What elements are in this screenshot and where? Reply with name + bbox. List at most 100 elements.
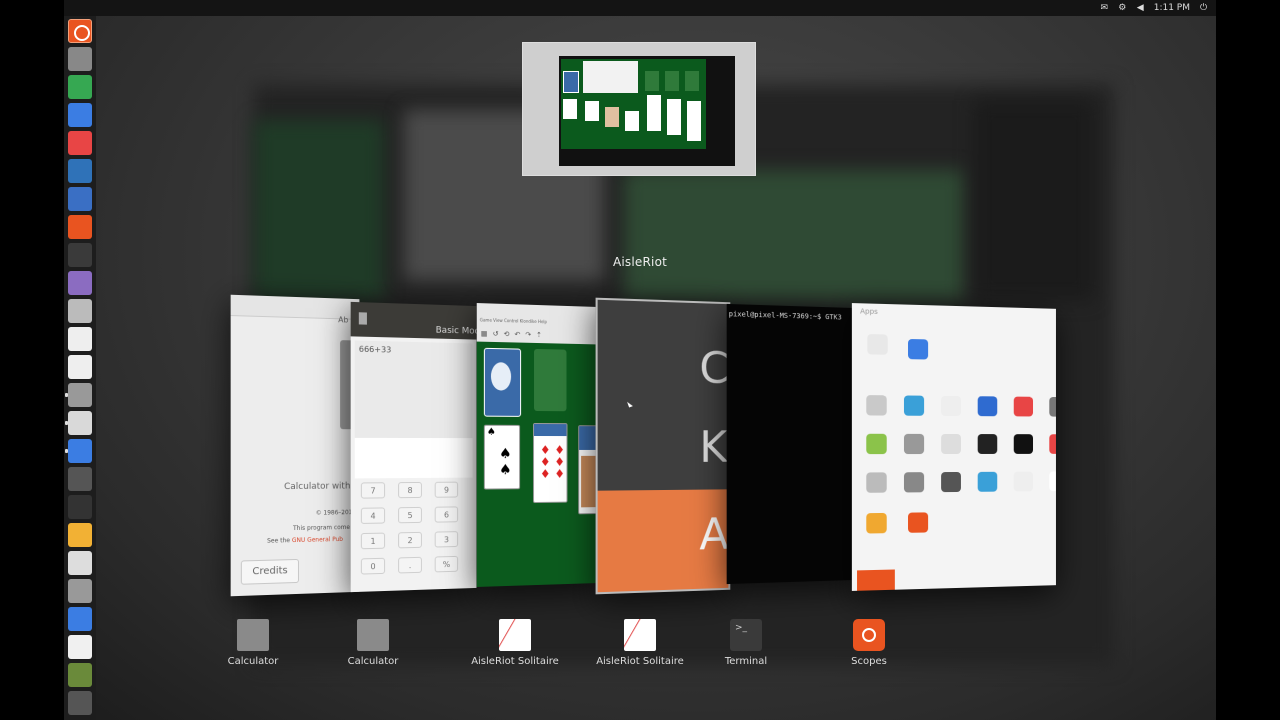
about-copyright: © 1986–201 [315,509,353,517]
aisleriot-window[interactable]: Game View Control Klondike Help ▦↺⟲↶↷⇡ ♠… [476,303,596,587]
globe-app-icon[interactable] [903,395,925,416]
blurred-felt-left [254,120,384,300]
calc-key-8[interactable]: 8 [398,481,422,499]
app-icon[interactable] [1049,471,1056,492]
terminal-icon[interactable] [68,243,92,267]
notes-app-icon[interactable] [866,512,887,534]
credits-button[interactable]: Credits [240,558,299,585]
notes-icon[interactable] [68,355,92,379]
calculator-about-window[interactable]: Ab Calculator with fi © 1986–201 This pr… [230,294,360,597]
drop-app-icon[interactable] [977,471,998,492]
globe-icon[interactable] [68,467,92,491]
dots-app-icon[interactable] [1013,396,1034,417]
waste-pile[interactable] [534,348,567,412]
spreadsheet-icon[interactable] [68,75,92,99]
calculator-icon[interactable] [68,579,92,603]
elephant-icon[interactable] [68,299,92,323]
clock[interactable]: 1:11 PM [1154,3,1190,13]
card-spade[interactable]: ♠ ♠ ♠ [483,424,521,490]
weather-icon[interactable] [68,159,92,183]
terminal-window[interactable]: pixel@pixel-MS-7369:~$ GTK3 [726,303,854,585]
window-preview[interactable] [522,42,756,176]
files-icon[interactable] [68,635,92,659]
ubuntu-dash-icon[interactable] [68,19,92,43]
edit-app-icon[interactable] [941,433,961,455]
calc-key-percent[interactable]: % [434,555,459,573]
brand-app-icon[interactable] [908,512,929,533]
photo-app-icon[interactable] [866,395,887,416]
scopes-bottom-button[interactable] [857,569,895,591]
calc-key-dot[interactable]: . [398,556,422,574]
preview-window [559,56,735,166]
calc-key-4[interactable]: 4 [360,507,386,524]
solitaire-cards-icon[interactable] [65,411,92,435]
app-icon[interactable] [1013,471,1034,492]
gear-app-icon[interactable] [903,472,925,493]
login-action-bar[interactable]: A [597,489,731,595]
calc-key-1[interactable]: 1 [360,532,386,550]
power-icon[interactable]: ⏻ [1199,3,1208,13]
switcher-label: AisleRiot Solitaire [471,656,559,667]
calc-key-2[interactable]: 2 [398,531,422,549]
bookmark-app-icon[interactable] [977,396,998,417]
indicator-area: ✉ ⚙ ◀ 1:11 PM ⏻ [1100,1,1208,15]
music-icon[interactable] [68,131,92,155]
preview-felt [561,59,706,149]
plain-app-icon[interactable] [941,395,961,417]
card-diamond-stack[interactable]: ♦ ♦ ♦ ♦ ♦ ♦ [533,422,568,504]
about-license-line: See the GNU General Pub [267,536,343,545]
calculator-display: 666+33 [354,340,473,439]
camera-app-icon[interactable] [1013,434,1034,454]
gnome-foot-icon [490,362,512,391]
search-app-icon[interactable] [903,433,925,455]
login-window[interactable]: C K A [595,297,731,595]
disk-icon[interactable] [68,663,92,687]
system-settings-icon[interactable] [68,47,92,71]
terminal-app-icon[interactable] [941,471,961,493]
cube-icon[interactable] [68,495,92,519]
calc-key-6[interactable]: 6 [434,506,459,523]
running-indicator [65,393,68,397]
top-panel: ✉ ⚙ ◀ 1:11 PM ⏻ [64,0,1216,16]
diamond-icon[interactable] [68,271,92,295]
blurred-felt-right [624,170,964,300]
calculator-icon[interactable] [357,619,389,651]
red-app-icon[interactable] [1049,434,1056,454]
scope-icon[interactable] [908,338,929,360]
calc-key-7[interactable]: 7 [360,482,386,499]
calc-key-3[interactable]: 3 [434,531,459,548]
magnifier-app-icon[interactable] [866,472,887,493]
solitaire-cards-icon[interactable] [499,619,531,651]
calc-key-0[interactable]: 0 [360,557,386,575]
calculator-icon[interactable] [237,619,269,651]
trash-icon[interactable] [68,691,92,715]
emoji-icon[interactable] [68,523,92,547]
card-face-stack[interactable] [578,425,596,515]
hat-app-icon[interactable] [977,434,998,454]
scopes-window[interactable]: Apps [851,303,1056,591]
settings-icon[interactable]: ⚙ [1118,3,1127,13]
gnu-license-link[interactable]: GNU General Pub [292,536,343,544]
calc-key-5[interactable]: 5 [398,506,422,524]
image-viewer-icon[interactable] [65,439,92,463]
text-editor-icon[interactable] [68,327,92,351]
solitaire-cards-icon[interactable] [624,619,656,651]
text-tool-icon[interactable] [68,187,92,211]
drawing-icon[interactable] [68,103,92,127]
drop-icon[interactable] [68,607,92,631]
volume-icon[interactable]: ◀ [1136,3,1145,13]
calculator-window[interactable]: Basic Mod 666+33 7 8 9 4 5 6 1 2 3 0.% [350,301,477,593]
terminal-icon[interactable]: >_ [730,619,762,651]
ubuntu-scopes-icon[interactable] [853,619,885,651]
calculator-app-icon [358,312,367,325]
calc-key-9[interactable]: 9 [434,481,459,498]
mail-icon[interactable]: ✉ [1100,3,1109,13]
appstore-icon[interactable] [867,334,888,355]
image-app-icon[interactable] [866,433,887,455]
ball-icon[interactable] [68,551,92,575]
running-indicator [65,449,68,453]
calculator-icon[interactable] [65,383,92,407]
terminal-glyph: >_ [735,623,748,633]
ubuntu-software-icon[interactable] [68,215,92,239]
window-app-icon[interactable] [1049,396,1056,417]
